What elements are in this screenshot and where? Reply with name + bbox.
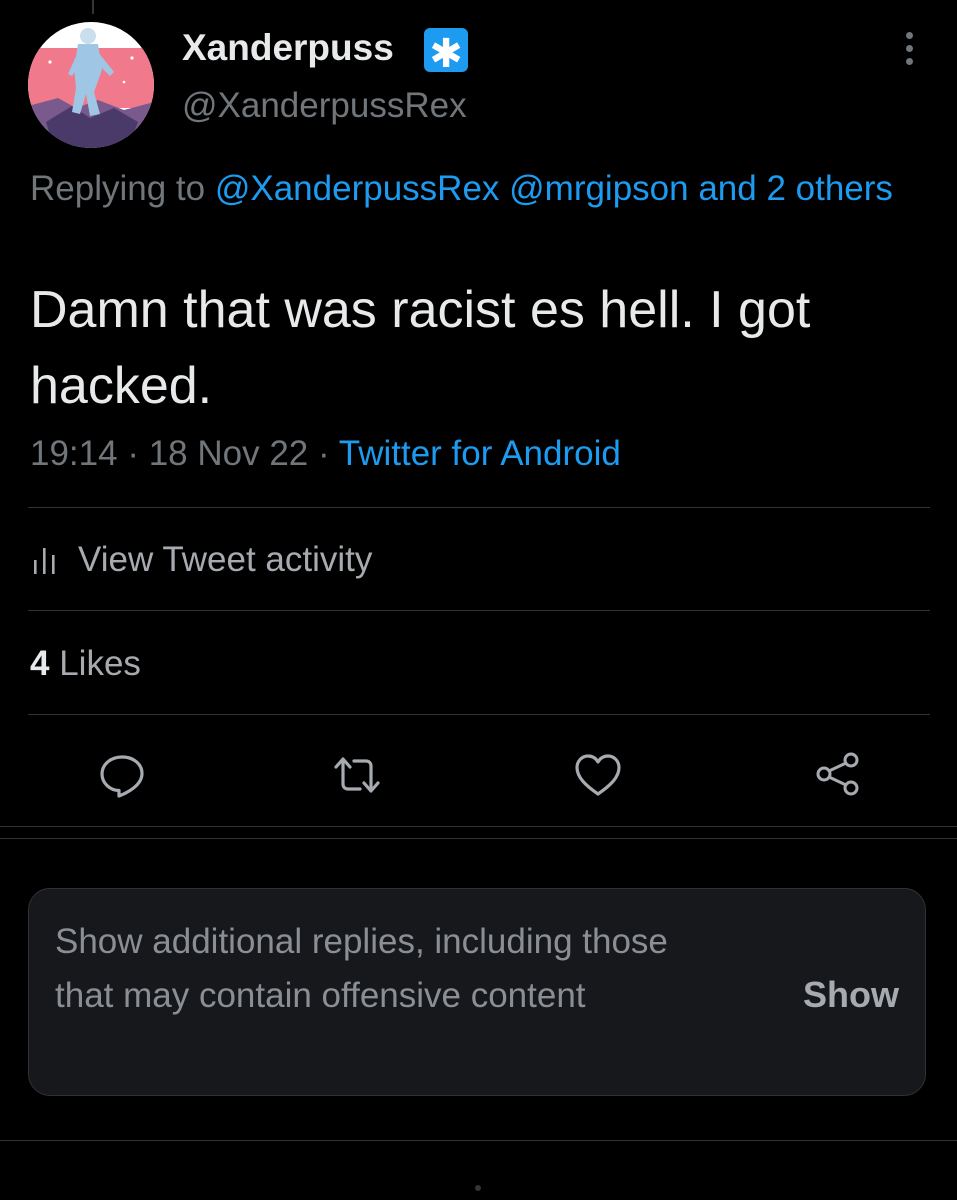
replying-to: Replying to @XanderpussRex @mrgipson and…: [30, 162, 910, 216]
user-handle[interactable]: @XanderpussRex: [182, 84, 467, 128]
additional-replies-notice: Show additional replies, including those…: [28, 888, 926, 1096]
retweet-button[interactable]: [330, 748, 384, 802]
like-button[interactable]: [571, 748, 625, 802]
tweet-source-link[interactable]: Twitter for Android: [339, 434, 621, 473]
show-additional-replies-button[interactable]: Show: [803, 971, 899, 1019]
divider: [0, 826, 957, 827]
replying-mentions-link[interactable]: @XanderpussRex @mrgipson and 2 others: [215, 169, 893, 208]
tweet-time[interactable]: 19:14: [30, 434, 118, 473]
divider: [28, 507, 930, 508]
divider: [0, 1140, 957, 1141]
view-tweet-activity-button[interactable]: View Tweet activity: [30, 534, 372, 586]
affiliation-badge-icon[interactable]: ✱: [424, 28, 468, 72]
tweet-metadata: 19:14 · 18 Nov 22 · Twitter for Android: [30, 430, 621, 478]
avatar-image: [28, 22, 154, 148]
tweet-date[interactable]: 18 Nov 22: [149, 434, 309, 473]
heart-icon: [575, 754, 621, 796]
divider: [28, 714, 930, 715]
bar-chart-icon: [30, 542, 60, 578]
more-options-icon[interactable]: [894, 32, 924, 72]
retweet-arrows-icon: [334, 757, 380, 793]
likes-label: Likes: [59, 644, 141, 683]
avatar[interactable]: [28, 22, 154, 148]
thread-connector-line: [92, 0, 94, 14]
reply-button[interactable]: [95, 748, 149, 802]
additional-replies-text: Show additional replies, including those…: [55, 922, 668, 1015]
replying-prefix: Replying to: [30, 169, 206, 208]
tweet-text: Damn that was racist es hell. I got hack…: [30, 281, 811, 415]
reply-bubble-icon: [100, 755, 144, 798]
meta-separator: ·: [127, 434, 139, 473]
meta-separator: ·: [318, 434, 330, 473]
likes-count-link[interactable]: 4 Likes: [30, 640, 141, 688]
divider: [0, 838, 957, 839]
display-name[interactable]: Xanderpuss: [182, 26, 394, 70]
loading-dot: [475, 1185, 481, 1191]
share-button[interactable]: [811, 748, 865, 802]
likes-count: 4: [30, 644, 50, 683]
share-nodes-icon: [816, 752, 859, 796]
divider: [28, 610, 930, 611]
view-tweet-activity-label: View Tweet activity: [78, 540, 373, 579]
